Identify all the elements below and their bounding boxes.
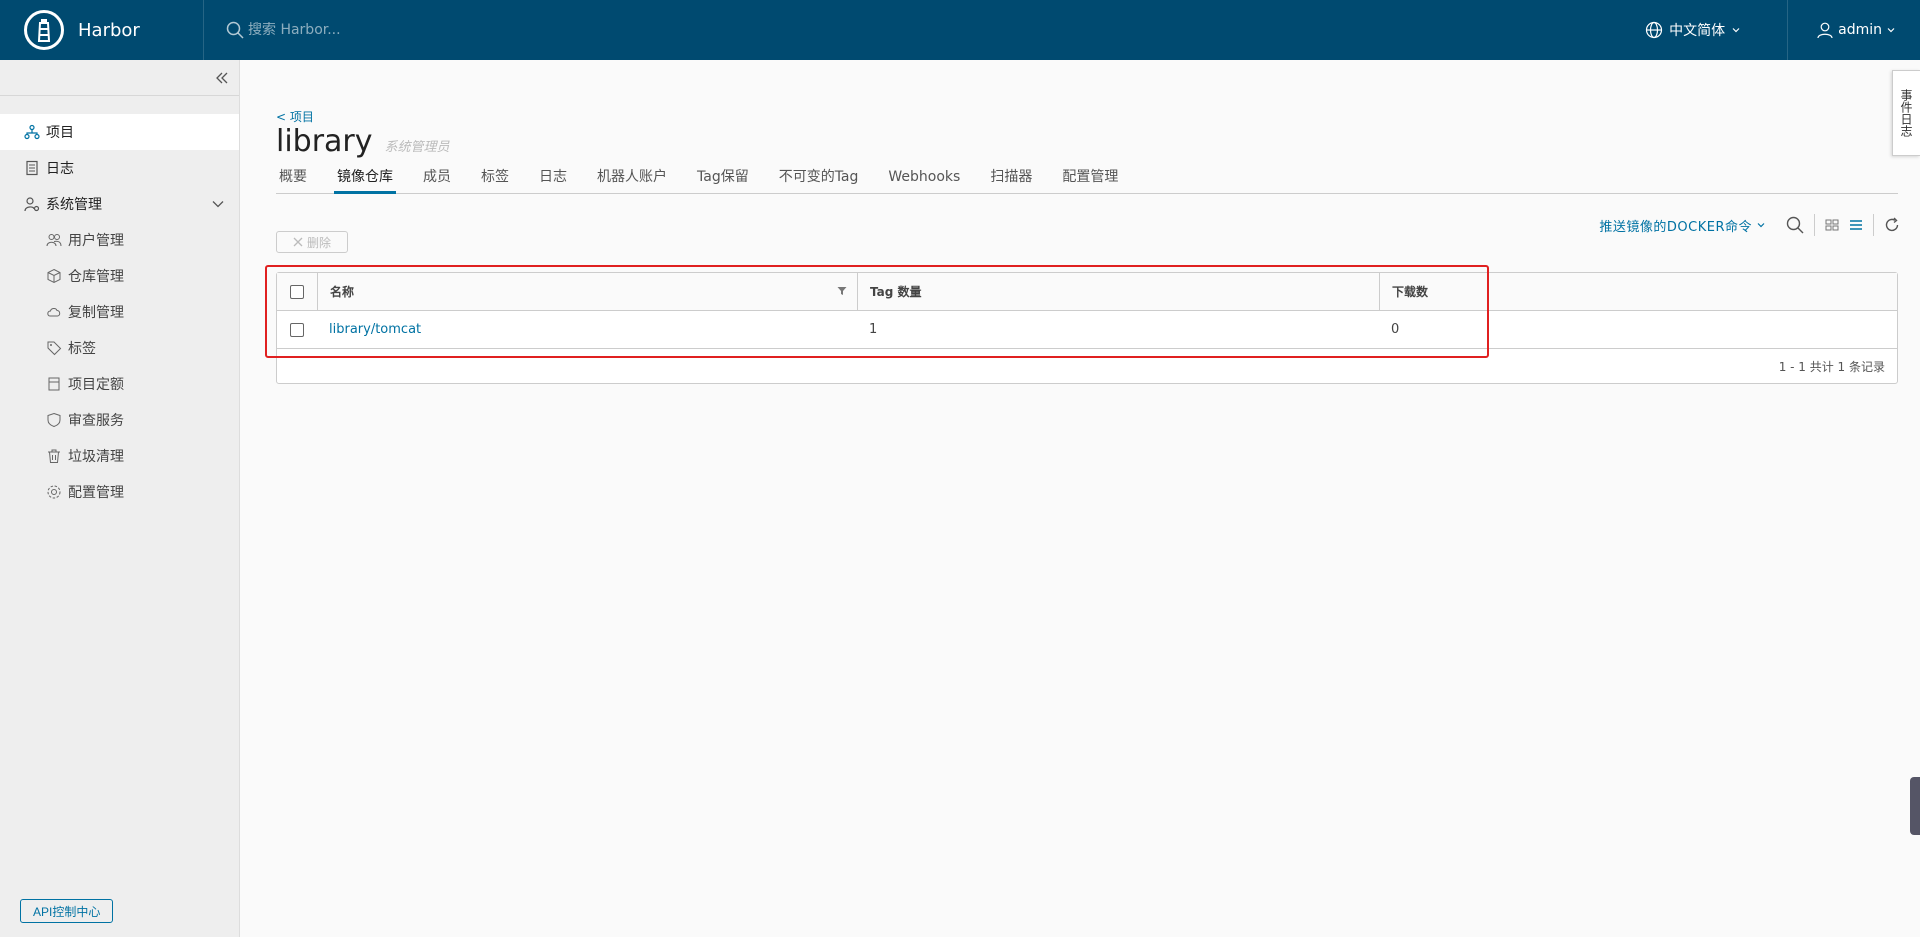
logs-icon [26, 160, 38, 176]
column-header-tags[interactable]: Tag 数量 [870, 283, 922, 300]
sidebar-item-admin[interactable]: 系统管理 [0, 186, 239, 222]
repo-toolbar: 推送镜像的DOCKER命令 [1599, 214, 1900, 236]
projects-icon [24, 124, 40, 140]
delete-button[interactable]: 删除 [276, 231, 348, 253]
sidebar-item-label: 配置管理 [68, 485, 124, 501]
sidebar-collapse[interactable] [0, 60, 239, 96]
push-command-label: 推送镜像的DOCKER命令 [1599, 219, 1752, 235]
brand[interactable]: Harbor [0, 0, 204, 60]
push-command-dropdown[interactable]: 推送镜像的DOCKER命令 [1599, 216, 1766, 235]
sidebar-item-replications[interactable]: 复制管理 [0, 294, 239, 330]
chevron-down-icon [1887, 28, 1895, 33]
filter-icon[interactable] [837, 286, 847, 296]
tab-configuration[interactable]: 配置管理 [1059, 166, 1121, 194]
sidebar-item-quotas[interactable]: 项目定额 [0, 366, 239, 402]
sidebar-item-label: 项目 [46, 125, 74, 141]
close-icon [293, 237, 303, 247]
repository-link[interactable]: library/tomcat [329, 322, 421, 337]
sidebar-item-interrogation[interactable]: 审查服务 [0, 402, 239, 438]
user-menu[interactable]: admin [1788, 21, 1920, 39]
sidebar-item-gc[interactable]: 垃圾清理 [0, 438, 239, 474]
repository-table: 名称 Tag 数量 下载数 library/tomcat 1 0 1 - 1 共… [276, 272, 1898, 384]
sidebar-item-label: 系统管理 [46, 197, 102, 213]
sidebar-item-label: 垃圾清理 [68, 449, 124, 465]
pagination-info: 1 - 1 共计 1 条记录 [1778, 359, 1885, 374]
sidebar-item-label: 用户管理 [68, 233, 124, 249]
tab-immutable-tag[interactable]: 不可变的Tag [776, 166, 862, 194]
sidebar-item-users[interactable]: 用户管理 [0, 222, 239, 258]
event-log-tab[interactable]: 事件日志 [1892, 70, 1920, 156]
sidebar-item-label: 仓库管理 [68, 269, 124, 285]
row-checkbox[interactable] [290, 322, 304, 337]
sidebar-item-label: 复制管理 [68, 305, 124, 321]
table-row[interactable]: library/tomcat 1 0 [277, 311, 1897, 349]
admin-icon [24, 197, 40, 212]
chevron-down-icon[interactable] [211, 197, 225, 211]
users-icon [46, 234, 62, 247]
search-input[interactable] [248, 22, 548, 38]
sidebar-item-labels[interactable]: 标签 [0, 330, 239, 366]
role-label: 系统管理员 [384, 140, 450, 155]
table-footer: 1 - 1 共计 1 条记录 [277, 349, 1897, 383]
breadcrumb-projects[interactable]: < 项目 [276, 108, 314, 125]
chevron-down-icon [1757, 223, 1765, 228]
shield-icon [47, 412, 61, 428]
tag-icon [47, 341, 62, 356]
tag-count: 1 [869, 322, 878, 337]
global-search[interactable] [226, 21, 548, 39]
project-tabs: 概要 镜像仓库 成员 标签 日志 机器人账户 Tag保留 不可变的Tag Web… [276, 166, 1898, 194]
tab-scanner[interactable]: 扫描器 [987, 166, 1035, 194]
search-icon[interactable] [1786, 216, 1804, 234]
refresh-icon[interactable] [1884, 217, 1900, 233]
replication-icon [47, 308, 61, 317]
list-view-icon[interactable] [1849, 218, 1863, 232]
tab-webhooks[interactable]: Webhooks [885, 166, 963, 194]
tab-logs[interactable]: 日志 [536, 166, 570, 194]
user-icon [1817, 22, 1833, 39]
brand-name: Harbor [78, 19, 140, 41]
quota-icon [48, 377, 60, 391]
sidebar-item-logs[interactable]: 日志 [0, 150, 239, 186]
double-chevron-left-icon[interactable] [215, 71, 229, 85]
delete-label: 删除 [306, 235, 331, 250]
language-selector[interactable]: 中文简体 [1645, 0, 1789, 60]
sidebar: 项目 日志 系统管理 用户管理 仓库管理 复制管理 标签 项目定额 审查服务 垃… [0, 60, 240, 937]
sidebar-item-projects[interactable]: 项目 [0, 114, 239, 150]
sidebar-item-label: 标签 [68, 341, 96, 357]
language-label: 中文简体 [1669, 23, 1726, 39]
tab-labels[interactable]: 标签 [478, 166, 512, 194]
card-view-icon[interactable] [1825, 218, 1839, 232]
edge-widget[interactable] [1910, 777, 1920, 835]
registry-icon [47, 268, 61, 284]
tab-tag-retention[interactable]: Tag保留 [694, 166, 752, 194]
gear-icon [47, 485, 61, 499]
search-icon [226, 21, 244, 39]
top-header: Harbor 中文简体 admin [0, 0, 1920, 60]
select-all-checkbox[interactable] [290, 284, 304, 299]
sidebar-item-label: 项目定额 [68, 377, 124, 393]
tab-members[interactable]: 成员 [420, 166, 454, 194]
main-content: < 项目 library 系统管理员 概要 镜像仓库 成员 标签 日志 机器人账… [240, 60, 1920, 937]
sidebar-item-configuration[interactable]: 配置管理 [0, 474, 239, 510]
column-header-downloads[interactable]: 下载数 [1392, 283, 1428, 300]
sidebar-item-label: 日志 [46, 161, 74, 177]
download-count: 0 [1391, 322, 1400, 337]
sidebar-item-registries[interactable]: 仓库管理 [0, 258, 239, 294]
harbor-logo-icon [24, 10, 64, 50]
chevron-down-icon [1732, 28, 1740, 33]
globe-icon [1646, 21, 1663, 39]
column-header-name[interactable]: 名称 [330, 283, 354, 300]
tab-robot-accounts[interactable]: 机器人账户 [594, 166, 670, 194]
table-header: 名称 Tag 数量 下载数 [277, 273, 1897, 311]
sidebar-item-label: 审查服务 [68, 413, 124, 429]
trash-icon [48, 449, 60, 463]
event-log-label: 事件日志 [1899, 89, 1913, 137]
tab-summary[interactable]: 概要 [276, 166, 310, 194]
api-explorer-button[interactable]: API控制中心 [20, 899, 114, 923]
tab-repositories[interactable]: 镜像仓库 [334, 166, 396, 194]
username: admin [1838, 22, 1882, 38]
page-title: library [276, 124, 373, 159]
